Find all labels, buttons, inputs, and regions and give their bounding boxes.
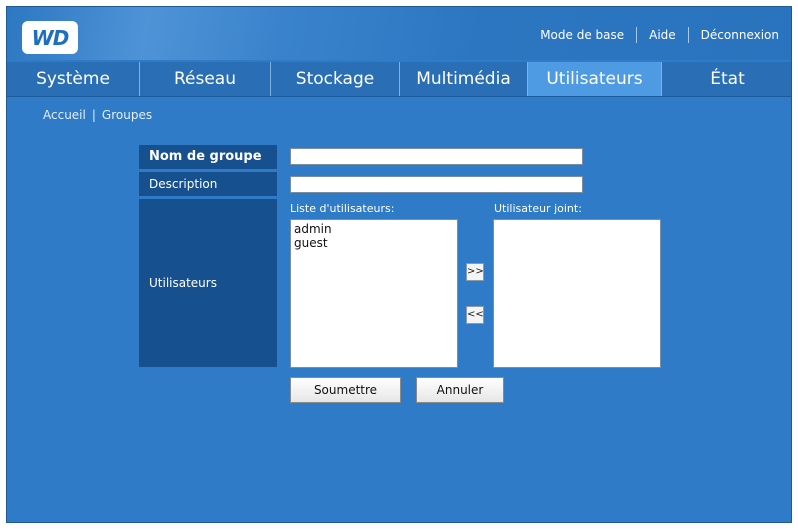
cancel-button[interactable]: Annuler <box>416 377 504 403</box>
app-frame: WD Mode de base Aide Déconnexion Système… <box>6 6 792 523</box>
header-divider <box>687 27 689 43</box>
list-item[interactable]: admin <box>294 222 454 236</box>
group-name-input[interactable] <box>290 148 583 165</box>
wd-logo: WD <box>22 21 78 54</box>
main-nav: Système Réseau Stockage Multimédia Utili… <box>7 62 791 97</box>
header-links: Mode de base Aide Déconnexion <box>540 27 779 43</box>
help-link[interactable]: Aide <box>649 28 676 42</box>
description-label: Description <box>139 172 277 196</box>
submit-button[interactable]: Soumettre <box>290 377 401 403</box>
description-input[interactable] <box>290 176 583 193</box>
joined-users-list[interactable] <box>493 219 661 368</box>
basic-mode-link[interactable]: Mode de base <box>540 28 624 42</box>
header-divider <box>636 27 638 43</box>
tab-etat[interactable]: État <box>662 62 791 96</box>
logout-link[interactable]: Déconnexion <box>701 28 779 42</box>
tab-systeme[interactable]: Système <box>7 62 140 96</box>
user-list[interactable]: admin guest <box>290 219 458 368</box>
breadcrumb-separator: | <box>91 108 96 122</box>
tab-utilisateurs[interactable]: Utilisateurs <box>528 62 662 96</box>
remove-user-button[interactable]: << <box>466 306 484 324</box>
users-label: Utilisateurs <box>139 199 277 367</box>
breadcrumb-current: Groupes <box>101 108 153 122</box>
user-list-caption: Liste d'utilisateurs: <box>290 202 395 215</box>
joined-users-caption: Utilisateur joint: <box>494 202 582 215</box>
breadcrumb-home[interactable]: Accueil <box>43 108 86 122</box>
tab-multimedia[interactable]: Multimédia <box>400 62 528 96</box>
breadcrumb: Accueil | Groupes <box>43 108 152 122</box>
top-bar: WD Mode de base Aide Déconnexion <box>7 7 791 60</box>
add-user-button[interactable]: >> <box>466 263 484 281</box>
tab-reseau[interactable]: Réseau <box>140 62 271 96</box>
list-item[interactable]: guest <box>294 236 454 250</box>
tab-stockage[interactable]: Stockage <box>271 62 400 96</box>
group-name-label: Nom de groupe <box>139 145 277 169</box>
